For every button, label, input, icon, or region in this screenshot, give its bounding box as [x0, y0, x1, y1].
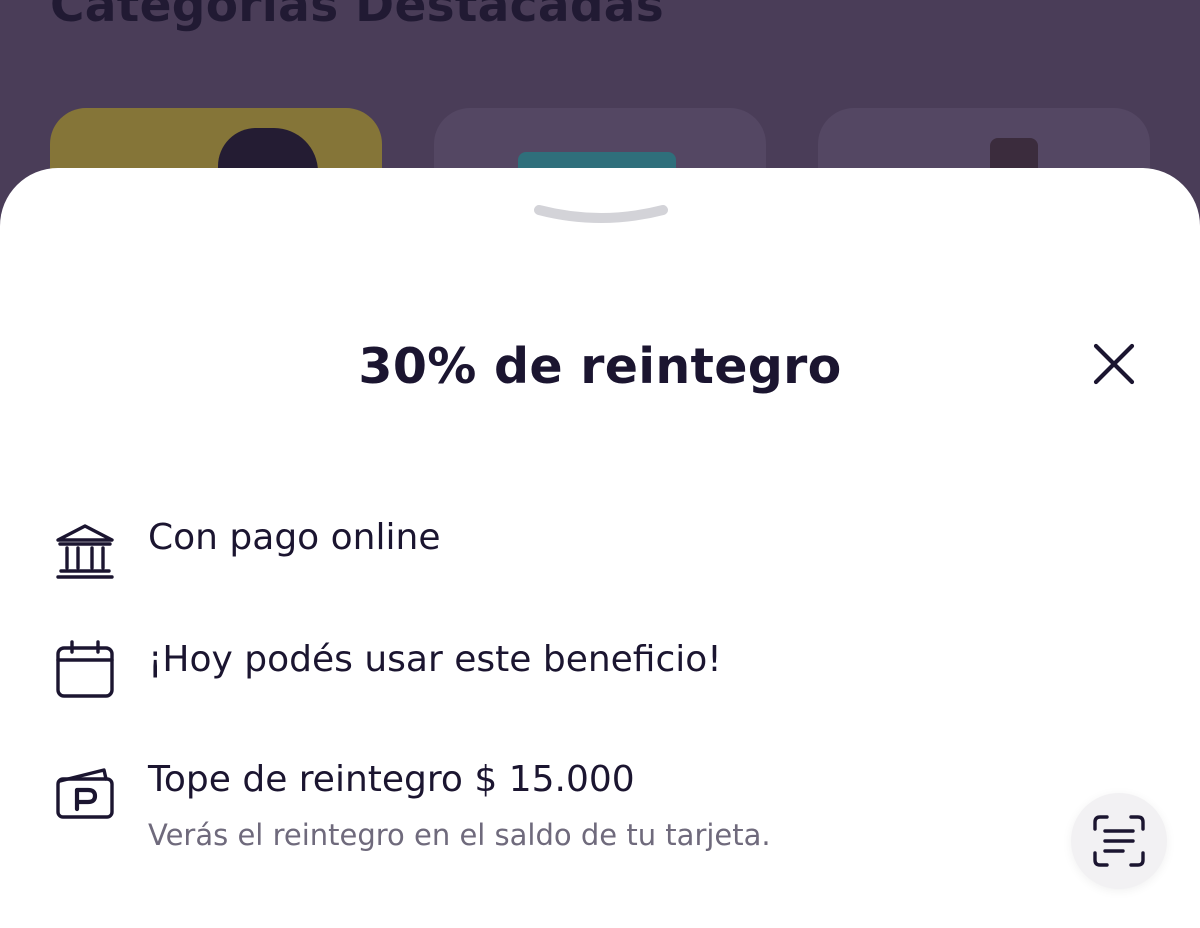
benefit-cap-subtext: Verás el reintegro en el saldo de tu tar… — [148, 818, 771, 852]
benefit-payment-text: Con pago online — [148, 517, 441, 558]
close-button[interactable] — [1090, 340, 1138, 388]
bank-icon — [52, 518, 118, 584]
close-icon — [1093, 343, 1135, 385]
benefit-today-text: ¡Hoy podés usar este beneficio! — [148, 639, 722, 680]
benefit-bottom-sheet: 30% de reintegro Con pago online ¡Hoy po… — [0, 168, 1200, 928]
benefit-cap-text: Tope de reintegro $ 15.000 — [148, 759, 635, 800]
chevron-down-icon[interactable] — [533, 202, 669, 230]
section-title: Categorías Destacadas — [50, 0, 665, 33]
card-icon — [52, 757, 118, 823]
sheet-title: 30% de reintegro — [358, 338, 842, 395]
text-scan-button[interactable] — [1071, 793, 1167, 889]
calendar-icon — [52, 636, 118, 702]
text-scan-icon — [1093, 815, 1145, 867]
